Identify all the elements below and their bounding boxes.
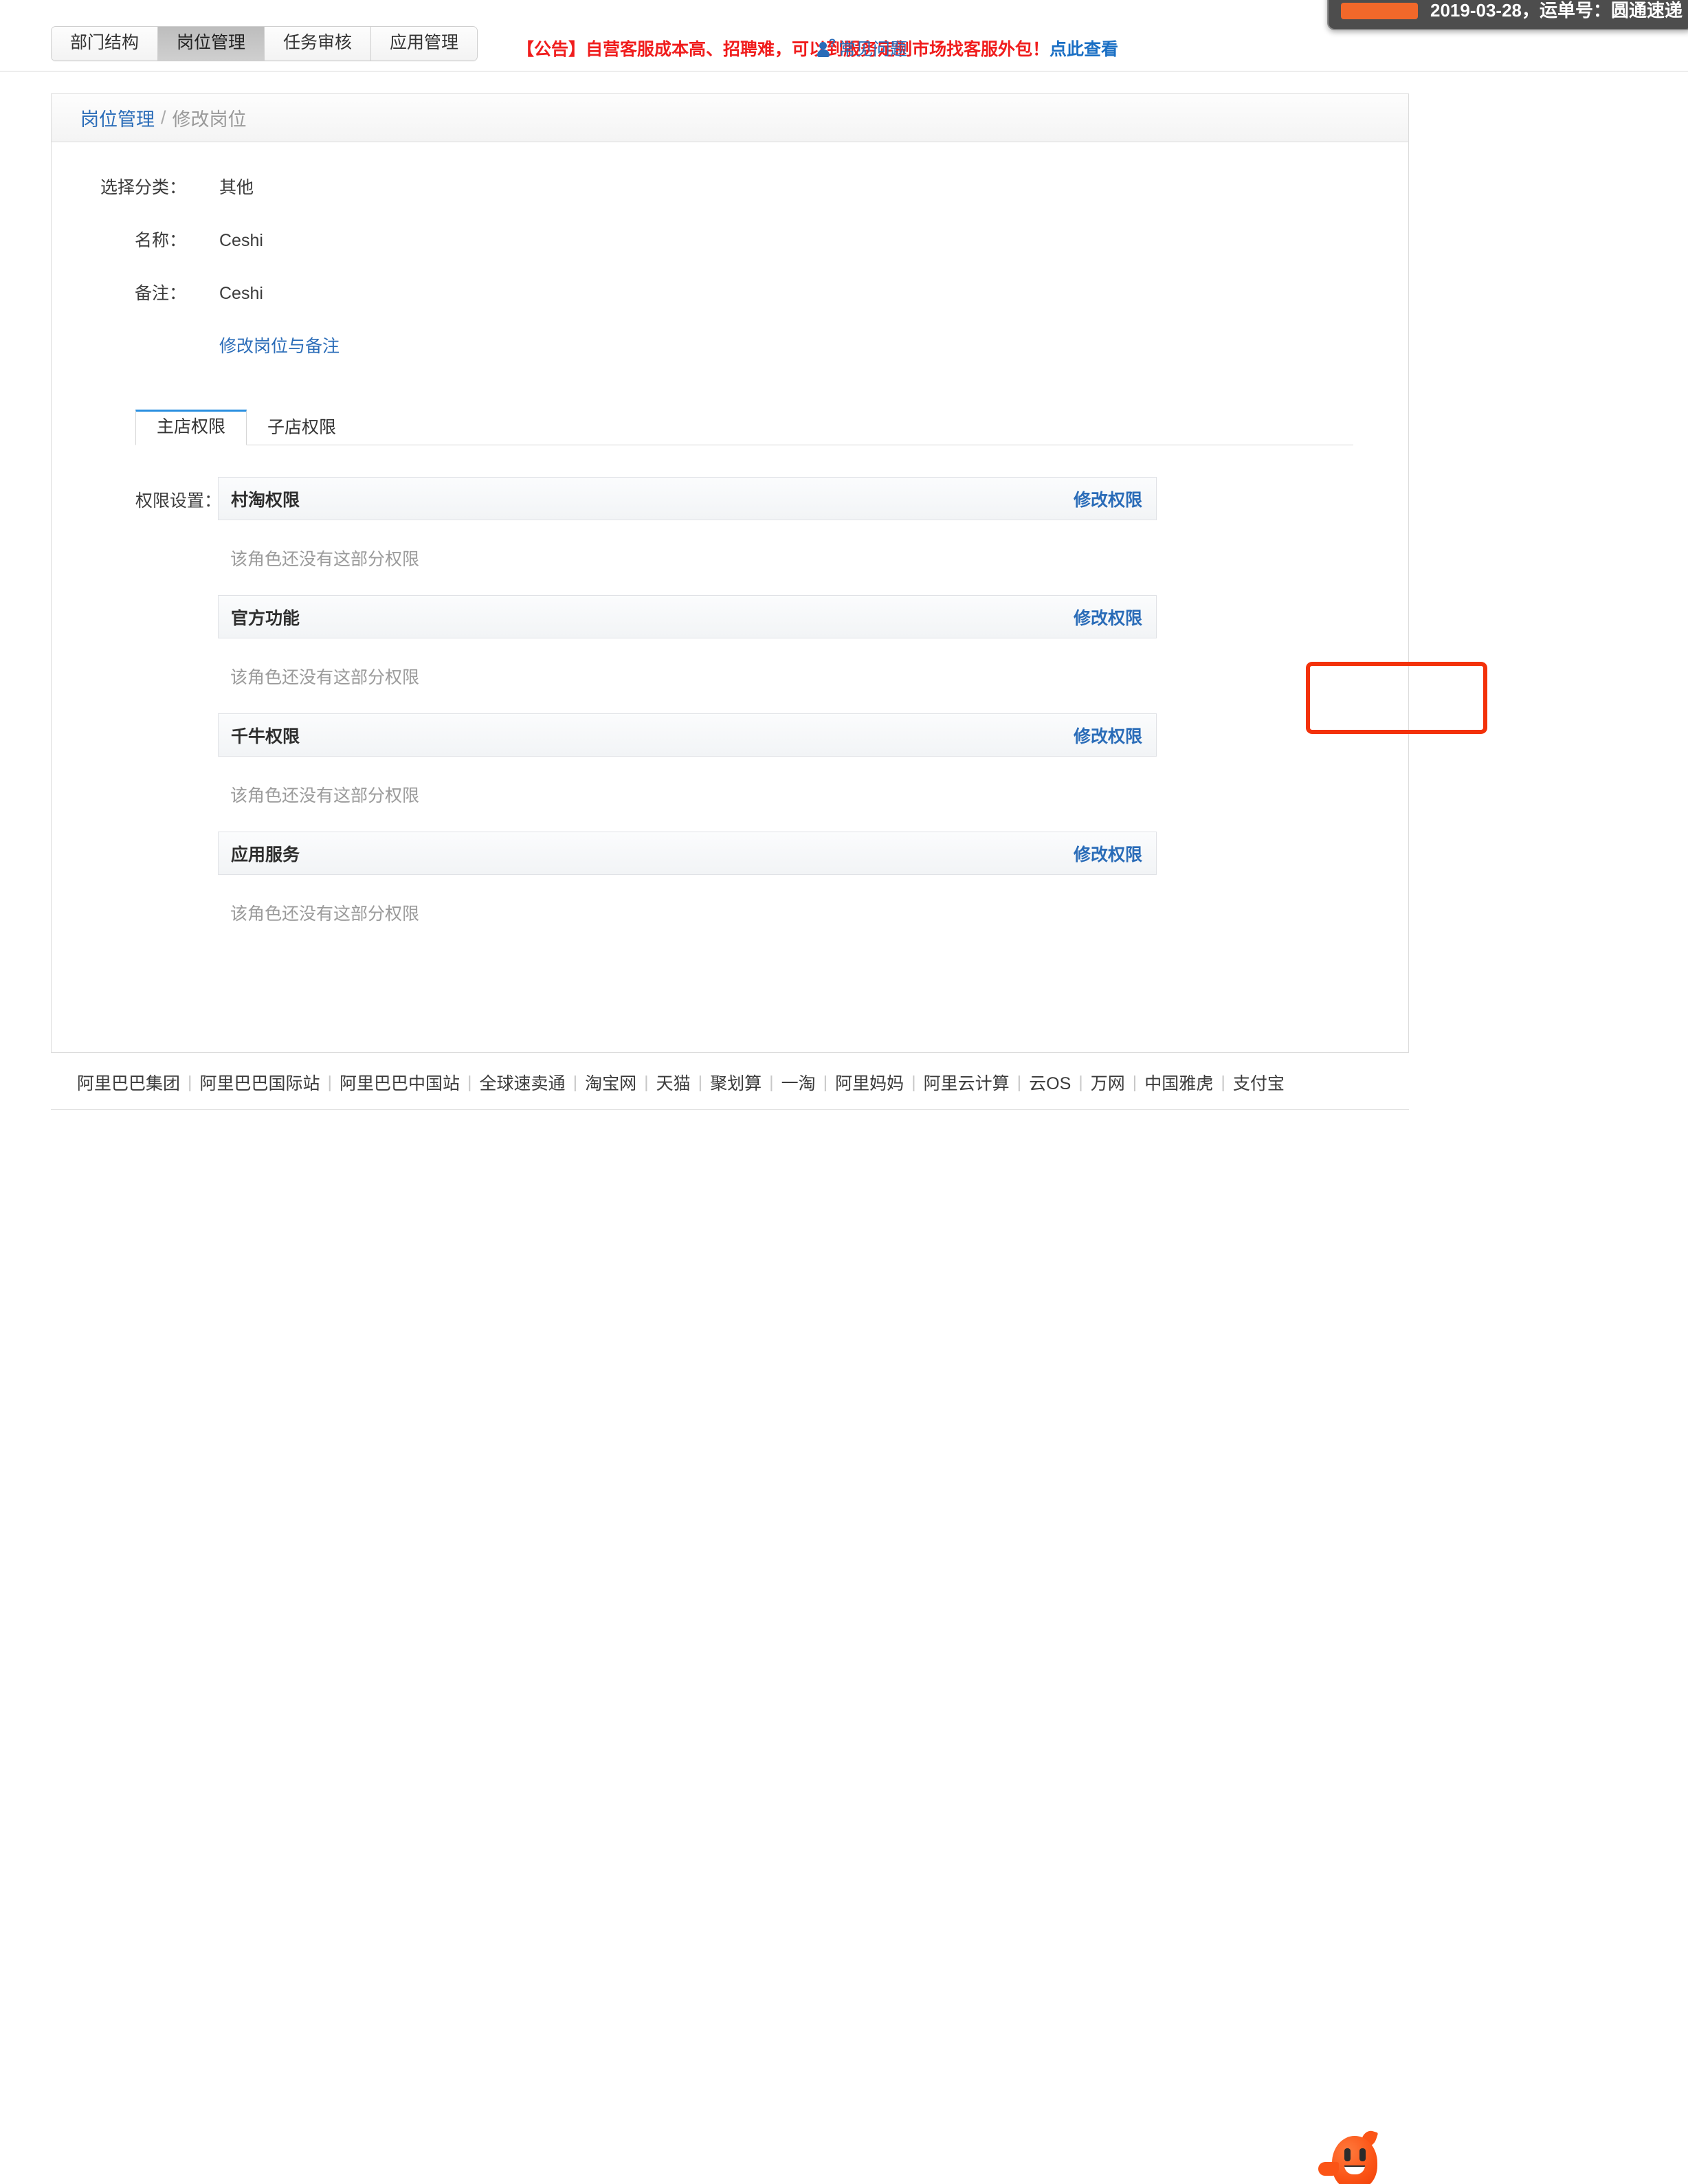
toast-color-swatch (1341, 3, 1418, 19)
content-card: 岗位管理 / 修改岗位 选择分类： 其他 名称： Ceshi 备注： Ceshi… (51, 93, 1409, 1053)
permission-group-header: 应用服务 修改权限 (218, 832, 1157, 875)
breadcrumb-root[interactable]: 岗位管理 (80, 104, 155, 131)
footer-link-1[interactable]: 阿里巴巴国际站 (200, 1070, 320, 1095)
edit-permission-button-app-service[interactable]: 修改权限 (1074, 841, 1142, 866)
edit-permission-button-official[interactable]: 修改权限 (1074, 605, 1142, 629)
footer-link-2[interactable]: 阿里巴巴中国站 (340, 1070, 460, 1095)
footer-separator: | (644, 1072, 649, 1092)
form-label-category: 选择分类： (100, 178, 186, 197)
footer-divider (51, 1109, 1409, 1110)
nav-tab-post-management[interactable]: 岗位管理 (158, 27, 265, 60)
form-row-category: 选择分类： 其他 (52, 174, 1408, 199)
breadcrumb: 岗位管理 / 修改岗位 (52, 94, 1408, 142)
edit-post-row: 修改岗位与备注 (219, 333, 1408, 357)
footer-separator: | (823, 1072, 828, 1092)
permission-group-title: 官方功能 (231, 608, 300, 628)
permission-group-title: 村淘权限 (231, 490, 300, 510)
edit-permission-button-cuntao[interactable]: 修改权限 (1074, 487, 1142, 511)
nav-tab-app-management[interactable]: 应用管理 (371, 27, 478, 60)
subtab-main-store[interactable]: 主店权限 (135, 410, 247, 445)
footer-link-7[interactable]: 一淘 (781, 1070, 816, 1095)
post-form: 选择分类： 其他 名称： Ceshi 备注： Ceshi 修改岗位与备注 (52, 142, 1408, 357)
permission-empty-text: 该角色还没有这部分权限 (230, 904, 420, 924)
footer-separator: | (1017, 1072, 1022, 1092)
permission-group-header: 官方功能 修改权限 (218, 595, 1157, 638)
site-footer: 阿里巴巴集团 | 阿里巴巴国际站 | 阿里巴巴中国站 | 全球速卖通 | 淘宝网… (0, 1064, 1688, 2184)
form-row-remark: 备注： Ceshi (52, 280, 1408, 304)
footer-link-5[interactable]: 天猫 (656, 1070, 691, 1095)
footer-link-13[interactable]: 支付宝 (1233, 1070, 1285, 1095)
permission-group-title: 应用服务 (231, 845, 300, 865)
nav-tab-task-review[interactable]: 任务审核 (265, 27, 372, 60)
permission-group-title: 千牛权限 (231, 726, 300, 746)
footer-separator: | (327, 1072, 333, 1092)
breadcrumb-current: 修改岗位 (172, 109, 247, 130)
faq-label: 常见问题 (838, 40, 907, 59)
announcement-text: 【公告】自营客服成本高、招聘难，可以到服务定制市场找客服外包！ (517, 40, 1050, 59)
toast-text: 2019-03-28，运单号：圆通速递 (1430, 0, 1683, 21)
form-row-name: 名称： Ceshi (52, 227, 1408, 252)
footer-link-10[interactable]: 云OS (1029, 1070, 1071, 1095)
footer-separator: | (188, 1072, 192, 1092)
footer-separator: | (1078, 1072, 1083, 1092)
permission-group-header: 村淘权限 修改权限 (218, 477, 1157, 520)
footer-separator: | (911, 1072, 916, 1092)
permission-settings-label: 权限设置： (135, 491, 222, 511)
permission-settings: 权限设置： 村淘权限 修改权限 该角色还没有这部分权限 官方功能 修改权限 该角… (52, 477, 1408, 950)
main-nav-tabs: 部门结构 岗位管理 任务审核 应用管理 (51, 26, 478, 61)
permission-group-list: 村淘权限 修改权限 该角色还没有这部分权限 官方功能 修改权限 该角色还没有这部… (218, 477, 1157, 950)
subtab-sub-store[interactable]: 子店权限 (247, 411, 357, 445)
footer-separator: | (769, 1072, 774, 1092)
footer-link-0[interactable]: 阿里巴巴集团 (77, 1070, 180, 1095)
footer-link-list: 阿里巴巴集团 | 阿里巴巴国际站 | 阿里巴巴中国站 | 全球速卖通 | 淘宝网… (77, 1070, 1285, 1095)
footer-separator: | (573, 1072, 578, 1092)
breadcrumb-separator: / (161, 107, 166, 128)
nav-tab-department[interactable]: 部门结构 (52, 27, 159, 60)
form-label-remark: 备注： (134, 284, 186, 303)
notification-toast[interactable]: 2019-03-28，运单号：圆通速递 (1327, 0, 1688, 30)
edit-post-and-remark-link[interactable]: 修改岗位与备注 (219, 337, 340, 356)
footer-link-9[interactable]: 阿里云计算 (924, 1070, 1010, 1095)
footer-link-8[interactable]: 阿里妈妈 (835, 1070, 904, 1095)
permission-scope-tabs: 主店权限 子店权限 (135, 405, 1353, 445)
footer-link-4[interactable]: 淘宝网 (585, 1070, 636, 1095)
faq-link[interactable]: ? 常见问题 (817, 36, 907, 60)
footer-link-12[interactable]: 中国雅虎 (1144, 1070, 1213, 1095)
permission-group-qianniu: 千牛权限 修改权限 该角色还没有这部分权限 (218, 713, 1157, 832)
footer-separator: | (467, 1072, 472, 1092)
footer-link-3[interactable]: 全球速卖通 (480, 1070, 566, 1095)
announcement-link[interactable]: 点此查看 (1050, 40, 1118, 59)
footer-separator: | (698, 1072, 703, 1092)
form-value-remark: Ceshi (219, 284, 263, 303)
permission-group-app-service: 应用服务 修改权限 该角色还没有这部分权限 (218, 832, 1157, 950)
footer-link-11[interactable]: 万网 (1091, 1070, 1125, 1095)
page-root: 部门结构 岗位管理 任务审核 应用管理 【公告】自营客服成本高、招聘难，可以到服… (0, 0, 1688, 2184)
permission-group-cuntao: 村淘权限 修改权限 该角色还没有这部分权限 (218, 477, 1157, 595)
permission-group-header: 千牛权限 修改权限 (218, 713, 1157, 757)
person-question-icon: ? (817, 37, 836, 58)
taobao-mascot-icon (1317, 2126, 1394, 2184)
edit-permission-button-qianniu[interactable]: 修改权限 (1074, 723, 1142, 748)
permission-empty-text: 该角色还没有这部分权限 (230, 668, 420, 687)
permission-group-official: 官方功能 修改权限 该角色还没有这部分权限 (218, 595, 1157, 713)
permission-empty-text: 该角色还没有这部分权限 (230, 786, 420, 805)
form-label-name: 名称： (134, 231, 186, 250)
permission-empty-text: 该角色还没有这部分权限 (230, 550, 420, 569)
footer-separator: | (1132, 1072, 1137, 1092)
footer-link-6[interactable]: 聚划算 (710, 1070, 762, 1095)
footer-separator: | (1221, 1072, 1225, 1092)
form-value-name: Ceshi (219, 231, 263, 250)
form-value-category: 其他 (219, 178, 254, 197)
